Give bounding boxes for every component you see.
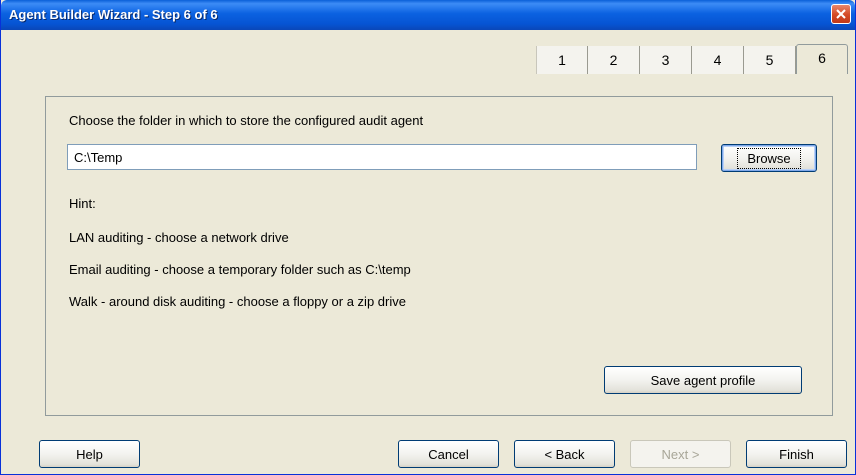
close-button[interactable]	[831, 4, 851, 24]
close-icon	[836, 9, 846, 19]
title-bar[interactable]: Agent Builder Wizard - Step 6 of 6	[1, 0, 855, 30]
browse-button-label: Browse	[737, 147, 801, 169]
browse-button[interactable]: Browse	[721, 144, 817, 172]
hint-walk-around: Walk - around disk auditing - choose a f…	[69, 294, 406, 309]
tab-step-3[interactable]: 3	[640, 46, 692, 74]
tab-step-4[interactable]: 4	[692, 46, 744, 74]
wizard-window: Agent Builder Wizard - Step 6 of 6 1 2 3…	[0, 0, 856, 475]
hint-email: Email auditing - choose a temporary fold…	[69, 262, 411, 277]
help-button[interactable]: Help	[39, 440, 140, 468]
save-agent-profile-button[interactable]: Save agent profile	[604, 366, 802, 394]
tab-step-6[interactable]: 6	[796, 44, 848, 74]
folder-prompt: Choose the folder in which to store the …	[69, 113, 424, 128]
cancel-button[interactable]: Cancel	[398, 440, 499, 468]
window-title: Agent Builder Wizard - Step 6 of 6	[9, 7, 218, 22]
step-tabs: 1 2 3 4 5 6	[536, 44, 848, 74]
tab-step-1[interactable]: 1	[536, 46, 588, 74]
back-button[interactable]: < Back	[514, 440, 615, 468]
tab-step-5[interactable]: 5	[744, 46, 796, 74]
tab-step-2[interactable]: 2	[588, 46, 640, 74]
folder-path-input[interactable]	[67, 144, 697, 170]
finish-button[interactable]: Finish	[746, 440, 847, 468]
next-button[interactable]: Next >	[630, 440, 731, 468]
hint-lan: LAN auditing - choose a network drive	[69, 230, 289, 245]
hint-title: Hint:	[69, 196, 96, 211]
